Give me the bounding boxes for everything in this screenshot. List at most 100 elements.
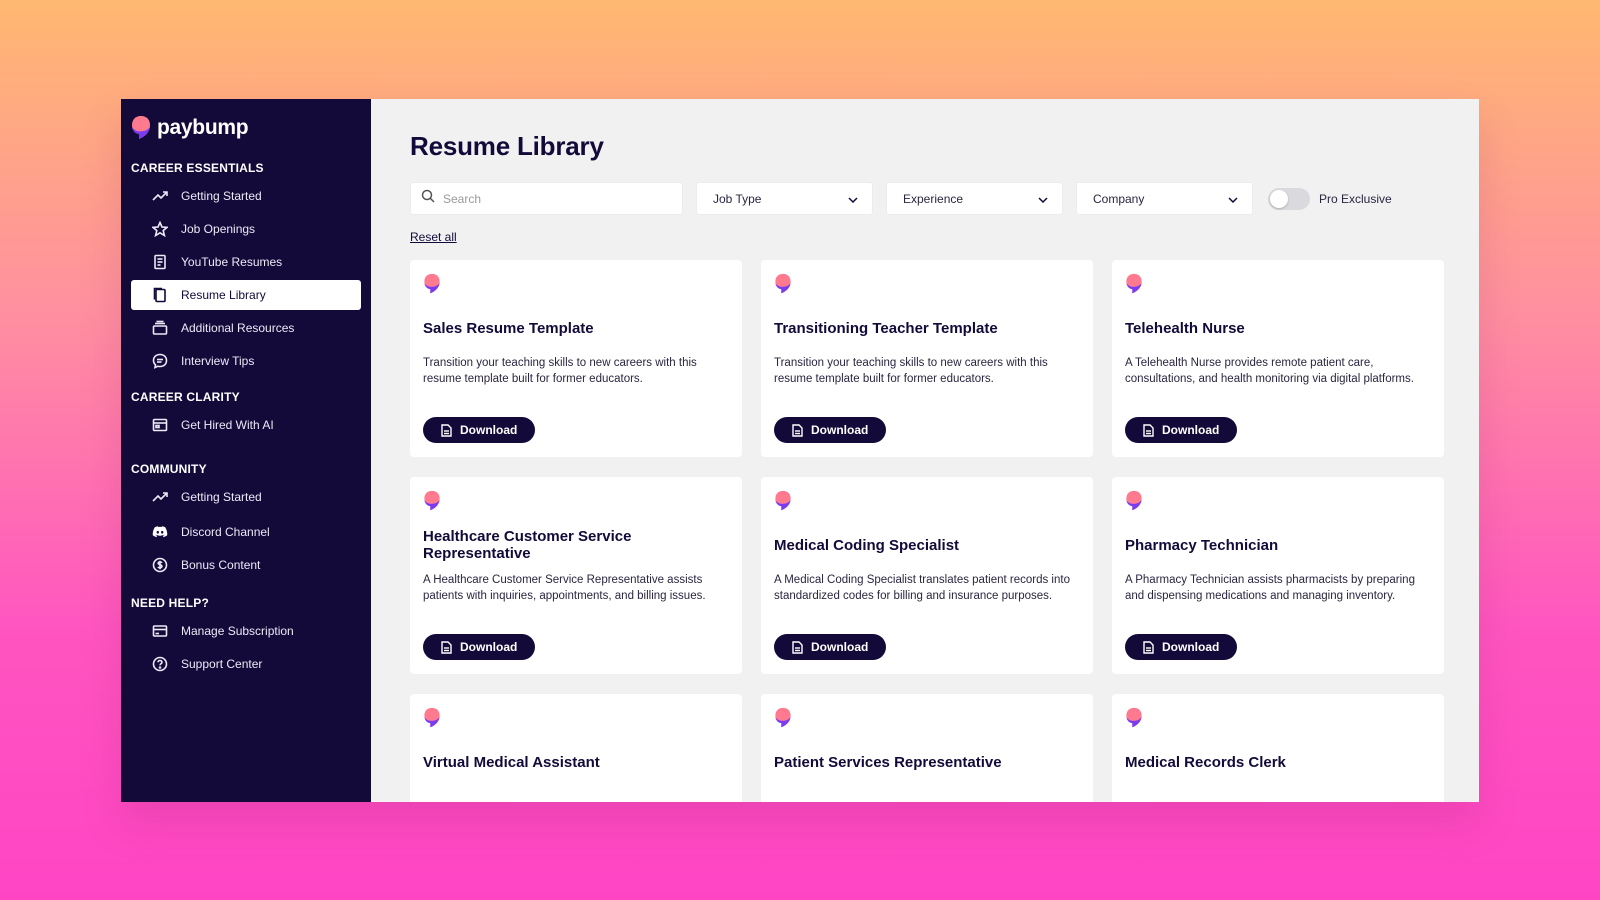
download-button[interactable]: Download (774, 634, 887, 660)
paybump-logo-icon (423, 490, 441, 512)
toggle-knob (1270, 189, 1288, 208)
sidebar-item-support-center[interactable]: Support Center (131, 649, 361, 679)
company-value: Company (1093, 191, 1145, 206)
card-description: A Healthcare Customer Service Representa… (423, 574, 706, 602)
sidebar-section-career-essentials: CAREER ESSENTIALS Getting Started Job Op… (131, 161, 361, 376)
sidebar-item-manage-subscription[interactable]: Manage Subscription (131, 616, 361, 646)
search-input[interactable] (443, 191, 663, 206)
download-label: Download (460, 423, 518, 437)
paybump-logo-icon (774, 273, 792, 295)
card-description: A Pharmacy Technician assists pharmacist… (1125, 574, 1415, 602)
resume-card: Medical Records Clerk Download (1112, 694, 1444, 802)
paybump-logo-icon (1125, 273, 1143, 295)
sidebar-item-additional-resources[interactable]: Additional Resources (131, 313, 361, 343)
brand[interactable]: paybump (131, 113, 361, 143)
file-icon (441, 423, 452, 437)
paybump-logo-icon (131, 115, 151, 141)
pro-exclusive-toggle[interactable] (1268, 187, 1310, 210)
sidebar-item-youtube-resumes[interactable]: YouTube Resumes (131, 247, 361, 277)
sidebar-item-label: Interview Tips (181, 354, 255, 368)
paybump-logo-icon (423, 273, 441, 295)
browser-window-icon (151, 416, 169, 434)
job-type-value: Job Type (713, 191, 762, 206)
sidebar-item-label: Getting Started (181, 189, 262, 203)
download-button[interactable]: Download (1125, 634, 1238, 660)
sidebar-section-need-help: NEED HELP? Manage Subscription Support C… (131, 596, 361, 679)
sidebar-item-resume-library[interactable]: Resume Library (131, 280, 361, 310)
company-dropdown[interactable]: Company (1076, 182, 1253, 215)
search-icon (421, 189, 435, 208)
download-label: Download (811, 423, 869, 437)
sidebar-item-label: Get Hired With AI (181, 418, 274, 432)
experience-dropdown[interactable]: Experience (886, 182, 1063, 215)
download-label: Download (1162, 423, 1220, 437)
job-type-dropdown[interactable]: Job Type (696, 182, 873, 215)
dollar-circle-icon (151, 556, 169, 574)
resume-card: Virtual Medical Assistant Download (410, 694, 742, 802)
discord-icon (151, 523, 169, 541)
pro-exclusive-label: Pro Exclusive (1319, 191, 1392, 206)
file-icon (441, 640, 452, 654)
paybump-logo-icon (774, 490, 792, 512)
chevron-down-icon (1228, 192, 1238, 206)
file-icon (1143, 640, 1154, 654)
sidebar-item-label: Resume Library (181, 288, 266, 302)
document-icon (151, 253, 169, 271)
star-icon (151, 220, 169, 238)
section-title: CAREER CLARITY (131, 390, 240, 404)
help-circle-icon (151, 655, 169, 673)
resume-card: Telehealth Nurse A Telehealth Nurse prov… (1112, 260, 1444, 457)
section-title: COMMUNITY (131, 462, 207, 476)
filter-bar: Job Type Experience Company Pro Exclusiv… (410, 182, 1443, 215)
sidebar-item-label: Getting Started (181, 490, 262, 504)
card-title: Transitioning Teacher Template (774, 319, 998, 337)
pro-exclusive-filter: Pro Exclusive (1268, 187, 1392, 210)
page-title: Resume Library (410, 131, 604, 161)
paybump-logo-icon (774, 707, 792, 729)
download-button[interactable]: Download (774, 417, 887, 443)
file-icon (792, 640, 803, 654)
download-button[interactable]: Download (423, 417, 536, 443)
search-box[interactable] (410, 182, 683, 215)
chevron-down-icon (1038, 192, 1048, 206)
brand-name: paybump (157, 116, 249, 139)
copy-document-icon (151, 286, 169, 304)
sidebar-item-getting-started[interactable]: Getting Started (131, 181, 361, 211)
resume-card: Pharmacy Technician A Pharmacy Technicia… (1112, 477, 1444, 674)
card-title: Telehealth Nurse (1125, 319, 1245, 337)
sidebar-item-community-getting-started[interactable]: Getting Started (131, 482, 361, 512)
card-description: Transition your teaching skills to new c… (774, 357, 1048, 385)
app-window: paybump CAREER ESSENTIALS Getting Starte… (121, 99, 1479, 802)
download-button[interactable]: Download (423, 634, 536, 660)
card-title: Healthcare Customer Service Representati… (423, 528, 632, 562)
sidebar-item-get-hired-with-ai[interactable]: Get Hired With AI (131, 410, 361, 440)
download-label: Download (811, 640, 869, 654)
sidebar-item-interview-tips[interactable]: Interview Tips (131, 346, 361, 376)
resume-card: Transitioning Teacher Template Transitio… (761, 260, 1093, 457)
download-button[interactable]: Download (1125, 417, 1238, 443)
sidebar-section-career-clarity: CAREER CLARITY Get Hired With AI (131, 390, 361, 440)
chevron-down-icon (848, 192, 858, 206)
paybump-logo-icon (423, 707, 441, 729)
sidebar-item-label: Bonus Content (181, 558, 261, 572)
resume-card: Patient Services Representative Download (761, 694, 1093, 802)
reset-all-link[interactable]: Reset all (410, 230, 457, 244)
section-title: CAREER ESSENTIALS (131, 161, 264, 175)
paybump-logo-icon (1125, 490, 1143, 512)
card-title: Sales Resume Template (423, 319, 594, 337)
sidebar-section-community: COMMUNITY Getting Started Discord Channe… (131, 462, 361, 580)
sidebar-item-bonus-content[interactable]: Bonus Content (131, 550, 361, 580)
sidebar-item-discord-channel[interactable]: Discord Channel (131, 517, 361, 547)
card-title: Medical Records Clerk (1125, 753, 1286, 771)
sidebar-item-job-openings[interactable]: Job Openings (131, 214, 361, 244)
resume-card: Medical Coding Specialist A Medical Codi… (761, 477, 1093, 674)
card-description: A Telehealth Nurse provides remote patie… (1125, 357, 1414, 385)
archive-box-icon (151, 319, 169, 337)
main-content: Resume Library Job Type Experience Compa… (371, 99, 1479, 802)
card-description: Transition your teaching skills to new c… (423, 357, 697, 385)
paybump-logo-icon (1125, 707, 1143, 729)
file-icon (792, 423, 803, 437)
download-label: Download (1162, 640, 1220, 654)
section-title: NEED HELP? (131, 596, 210, 610)
sidebar-item-label: Discord Channel (181, 525, 270, 539)
